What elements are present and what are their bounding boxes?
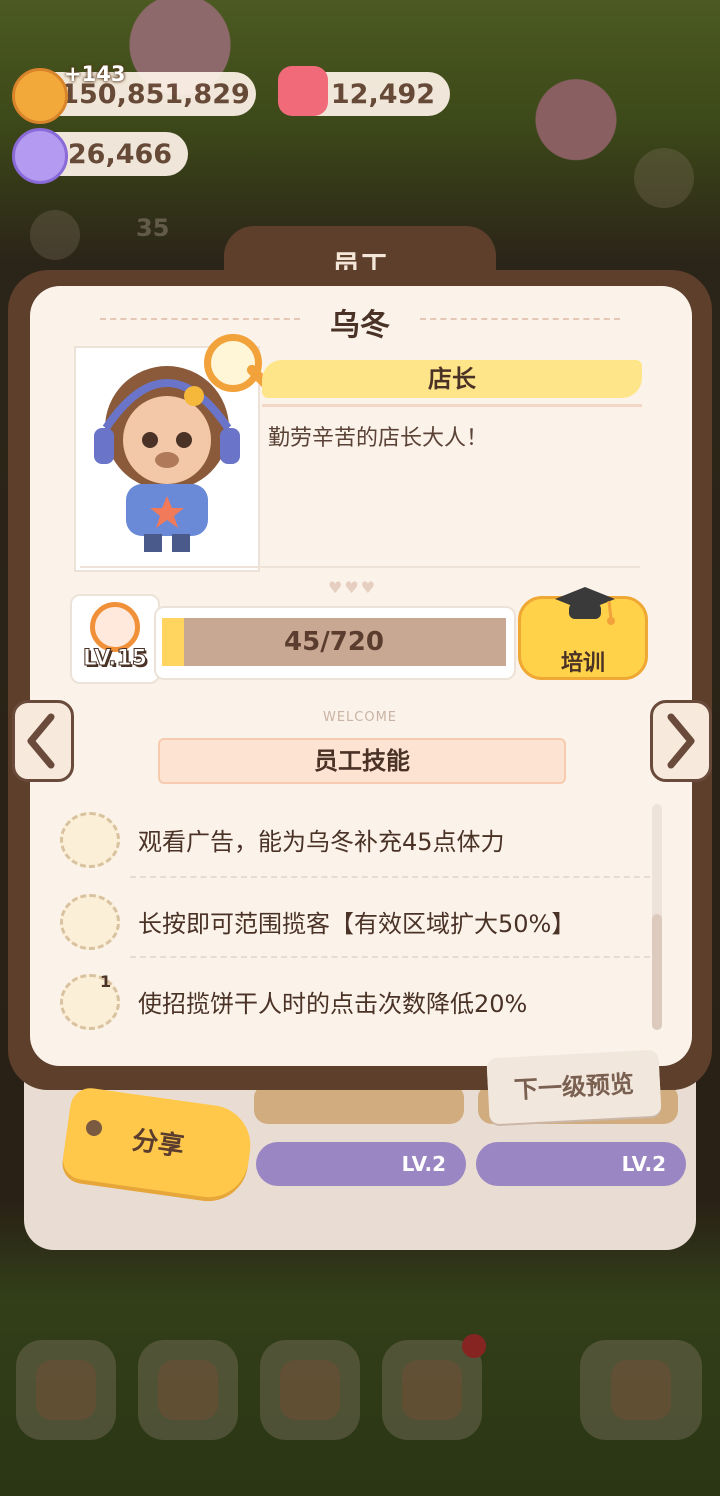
crystal-icon: [12, 128, 68, 184]
skill-text: 长按即可范围揽客【有效区域扩大50%】: [138, 910, 576, 938]
skill-item: 长按即可范围揽客【有效区域扩大50%】: [60, 886, 640, 956]
skill-badge: 1: [100, 972, 112, 991]
role-underline: [262, 404, 642, 407]
tag-hole: [86, 1120, 102, 1136]
prev-employee-button[interactable]: [12, 700, 74, 782]
hearts-decoration: ♥♥♥: [328, 578, 378, 597]
chevron-right-icon: [667, 713, 695, 769]
skill-item: 1 使招揽饼干人时的点击次数降低20%: [60, 966, 640, 1036]
level-face-icon: [90, 602, 140, 652]
role-tag: 店长: [262, 360, 642, 398]
skill-separator: [130, 876, 650, 878]
tv-ad-icon: [60, 812, 120, 868]
hand-icon: [60, 894, 120, 950]
graduation-cap-icon: [555, 587, 615, 625]
chevron-left-icon: [27, 713, 55, 769]
scroll-thumb[interactable]: [652, 914, 662, 1030]
bg-level-right: LV.2: [476, 1142, 686, 1186]
jelly-gem-icon: [278, 66, 328, 116]
xp-text: 45/720: [284, 627, 384, 657]
train-button[interactable]: 培训: [518, 587, 648, 680]
employee-description: 勤劳辛苦的店长大人！: [268, 426, 489, 451]
cookie-gain: +143: [64, 62, 126, 86]
bg-bar-middle: [254, 1084, 464, 1124]
train-label: 培训: [560, 651, 605, 676]
skill-item: 观看广告，能为乌冬补充45点体力: [60, 804, 640, 874]
bg-level-left: LV.2: [256, 1142, 466, 1186]
skill-text: 使招揽饼干人时的点击次数降低20%: [138, 990, 528, 1018]
skills-scrollbar[interactable]: [652, 804, 662, 1030]
employee-name: 乌冬: [330, 308, 390, 343]
welcome-label: WELCOME: [322, 710, 398, 725]
section-divider: [80, 566, 640, 568]
skill-text: 观看广告，能为乌冬补充45点体力: [138, 828, 505, 856]
magnifier-icon[interactable]: [204, 334, 262, 392]
skill-separator: [130, 956, 650, 958]
skills-title: 员工技能: [158, 738, 566, 784]
cookie-icon: [12, 68, 68, 124]
next-level-preview-button[interactable]: 下一级预览: [486, 1049, 662, 1125]
next-employee-button[interactable]: [650, 700, 712, 782]
level-text: LV.15: [82, 646, 148, 672]
xp-bar: 45/720: [154, 606, 516, 680]
level-badge: LV.15: [70, 594, 160, 684]
